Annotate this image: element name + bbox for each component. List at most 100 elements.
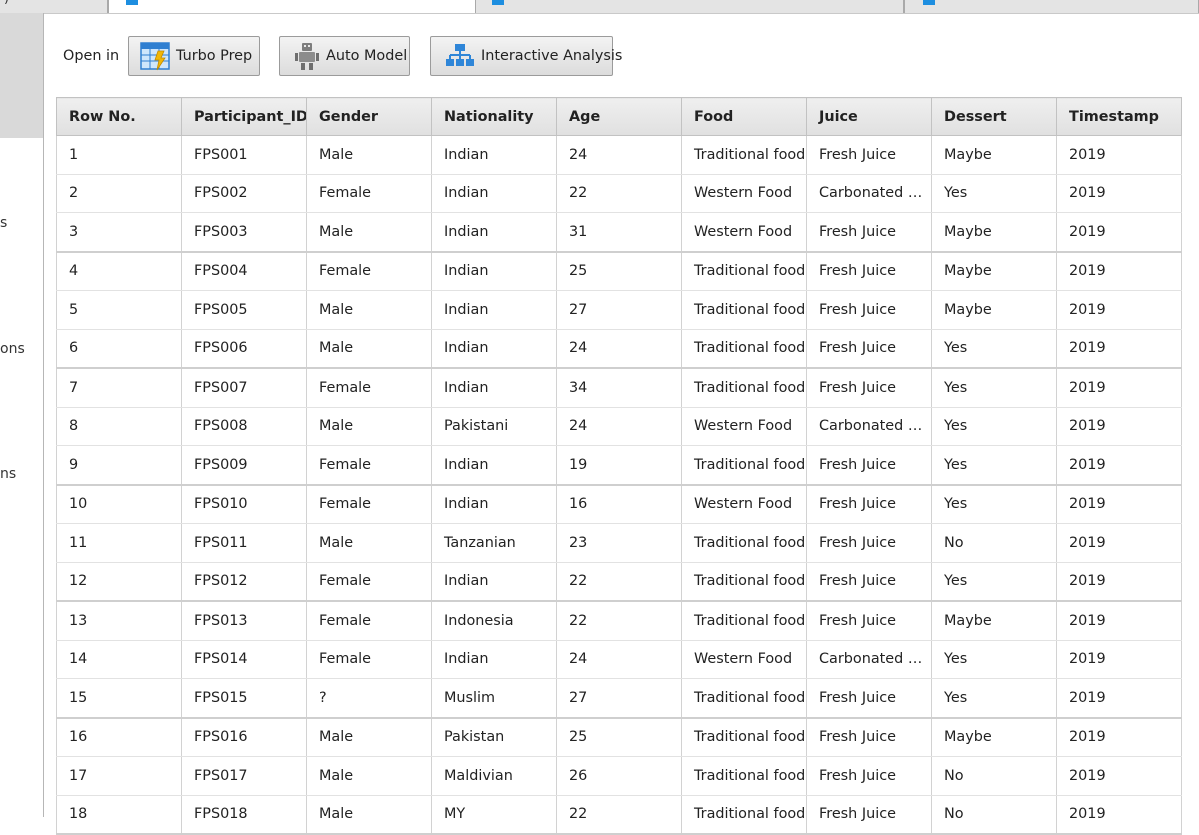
cell-age[interactable]: 24 [556, 640, 682, 679]
cell-age[interactable]: 19 [556, 445, 682, 486]
cell-age[interactable]: 27 [556, 290, 682, 330]
cell-gender[interactable]: Male [306, 756, 432, 796]
cell-dessert[interactable]: No [931, 795, 1057, 835]
cell-gender[interactable]: Male [306, 795, 432, 835]
column-header-juice[interactable]: Juice [806, 97, 932, 136]
cell-gender[interactable]: Male [306, 290, 432, 330]
cell-row-no[interactable]: 4 [56, 251, 182, 291]
turbo-prep-button[interactable]: Turbo Prep [128, 36, 260, 76]
cell-dessert[interactable]: Maybe [931, 251, 1057, 291]
cell-food[interactable]: Traditional food [681, 329, 807, 369]
cell-timestamp[interactable]: 2019 [1056, 678, 1182, 719]
sidebar-item-visualizations[interactable]: ons [0, 341, 25, 357]
cell-food[interactable]: Western Food [681, 640, 807, 679]
cell-participant-id[interactable]: FPS017 [181, 756, 307, 796]
cell-row-no[interactable]: 10 [56, 484, 182, 524]
cell-dessert[interactable]: Maybe [931, 135, 1057, 175]
cell-nationality[interactable]: Indian [431, 368, 557, 408]
cell-gender[interactable]: Female [306, 368, 432, 408]
cell-participant-id[interactable]: FPS016 [181, 717, 307, 757]
cell-nationality[interactable]: Indian [431, 562, 557, 602]
cell-participant-id[interactable]: FPS012 [181, 562, 307, 602]
cell-juice[interactable]: Carbonated dri... [806, 640, 932, 679]
table-row[interactable]: 13 FPS013 Female Indonesia 22 Traditional foo… [56, 601, 1182, 641]
cell-age[interactable]: 25 [556, 251, 682, 291]
cell-juice[interactable]: Fresh Juice [806, 445, 932, 486]
cell-age[interactable]: 24 [556, 407, 682, 446]
cell-row-no[interactable]: 18 [56, 795, 182, 835]
cell-dessert[interactable]: Maybe [931, 290, 1057, 330]
cell-participant-id[interactable]: FPS001 [181, 135, 307, 175]
table-row[interactable]: 9 FPS009 Female Indian 19 Traditional food Fre… [56, 445, 1182, 486]
cell-participant-id[interactable]: FPS007 [181, 368, 307, 408]
cell-nationality[interactable]: Indonesia [431, 601, 557, 641]
table-row[interactable]: 8 FPS008 Male Pakistani 24 Western Food Carbon… [56, 407, 1182, 446]
auto-model-button[interactable]: Auto Model [279, 36, 410, 76]
cell-juice[interactable]: Fresh Juice [806, 290, 932, 330]
table-row[interactable]: 15 FPS015? Muslim 27 Traditional food Fresh J… [56, 678, 1182, 719]
cell-nationality[interactable]: Indian [431, 135, 557, 175]
cell-timestamp[interactable]: 2019 [1056, 329, 1182, 369]
cell-row-no[interactable]: 3 [56, 212, 182, 253]
cell-nationality[interactable]: Indian [431, 174, 557, 213]
cell-food[interactable]: Traditional food [681, 368, 807, 408]
cell-juice[interactable]: Fresh Juice [806, 795, 932, 835]
cell-row-no[interactable]: 16 [56, 717, 182, 757]
cell-participant-id[interactable]: FPS015 [181, 678, 307, 719]
cell-participant-id[interactable]: FPS013 [181, 601, 307, 641]
cell-timestamp[interactable]: 2019 [1056, 640, 1182, 679]
cell-age[interactable]: 27 [556, 678, 682, 719]
cell-food[interactable]: Traditional food [681, 756, 807, 796]
cell-juice[interactable]: Fresh Juice [806, 601, 932, 641]
cell-participant-id[interactable]: FPS009 [181, 445, 307, 486]
cell-nationality[interactable]: MY [431, 795, 557, 835]
cell-timestamp[interactable]: 2019 [1056, 523, 1182, 563]
table-row[interactable]: 5 FPS005 Male Indian 27 Traditional food Fresh… [56, 290, 1182, 330]
cell-food[interactable]: Traditional food [681, 601, 807, 641]
cell-age[interactable]: 22 [556, 601, 682, 641]
tab-active-results[interactable] [108, 0, 476, 13]
table-row[interactable]: 11 FPS011 Male Tanzanian 23 Traditional food F… [56, 523, 1182, 563]
cell-gender[interactable]: Male [306, 135, 432, 175]
cell-juice[interactable]: Fresh Juice [806, 329, 932, 369]
cell-food[interactable]: Western Food [681, 484, 807, 524]
cell-participant-id[interactable]: FPS004 [181, 251, 307, 291]
column-header-age[interactable]: Age [556, 97, 682, 136]
cell-dessert[interactable]: No [931, 523, 1057, 563]
cell-nationality[interactable]: Indian [431, 445, 557, 486]
table-row[interactable]: 10 FPS010 Female Indian 16 Western Food Fresh … [56, 484, 1182, 524]
cell-gender[interactable]: Female [306, 640, 432, 679]
cell-timestamp[interactable]: 2019 [1056, 135, 1182, 175]
cell-participant-id[interactable]: FPS014 [181, 640, 307, 679]
cell-food[interactable]: Traditional food [681, 251, 807, 291]
sidebar-item-data-selected[interactable] [0, 13, 43, 138]
cell-dessert[interactable]: Yes [931, 678, 1057, 719]
table-row[interactable]: 3 FPS003 Male Indian 31 Western Food Fresh Jui… [56, 212, 1182, 253]
cell-juice[interactable]: Fresh Juice [806, 135, 932, 175]
cell-dessert[interactable]: No [931, 756, 1057, 796]
cell-nationality[interactable]: Pakistani [431, 407, 557, 446]
cell-age[interactable]: 25 [556, 717, 682, 757]
cell-food[interactable]: Traditional food [681, 562, 807, 602]
table-row[interactable]: 6 FPS006 Male Indian 24 Traditional food Fresh… [56, 329, 1182, 369]
cell-dessert[interactable]: Yes [931, 445, 1057, 486]
cell-dessert[interactable]: Yes [931, 407, 1057, 446]
cell-row-no[interactable]: 11 [56, 523, 182, 563]
cell-age[interactable]: 26 [556, 756, 682, 796]
cell-timestamp[interactable]: 2019 [1056, 174, 1182, 213]
cell-age[interactable]: 31 [556, 212, 682, 253]
interactive-analysis-button[interactable]: Interactive Analysis [430, 36, 622, 76]
cell-row-no[interactable]: 9 [56, 445, 182, 486]
cell-dessert[interactable]: Yes [931, 174, 1057, 213]
cell-nationality[interactable]: Indian [431, 212, 557, 253]
cell-timestamp[interactable]: 2019 [1056, 368, 1182, 408]
cell-row-no[interactable]: 5 [56, 290, 182, 330]
sidebar-item-annotations[interactable]: ns [0, 466, 16, 482]
cell-timestamp[interactable]: 2019 [1056, 251, 1182, 291]
cell-nationality[interactable]: Maldivian [431, 756, 557, 796]
cell-participant-id[interactable]: FPS006 [181, 329, 307, 369]
cell-participant-id[interactable]: FPS002 [181, 174, 307, 213]
cell-row-no[interactable]: 1 [56, 135, 182, 175]
cell-food[interactable]: Western Food [681, 407, 807, 446]
cell-juice[interactable]: Fresh Juice [806, 212, 932, 253]
